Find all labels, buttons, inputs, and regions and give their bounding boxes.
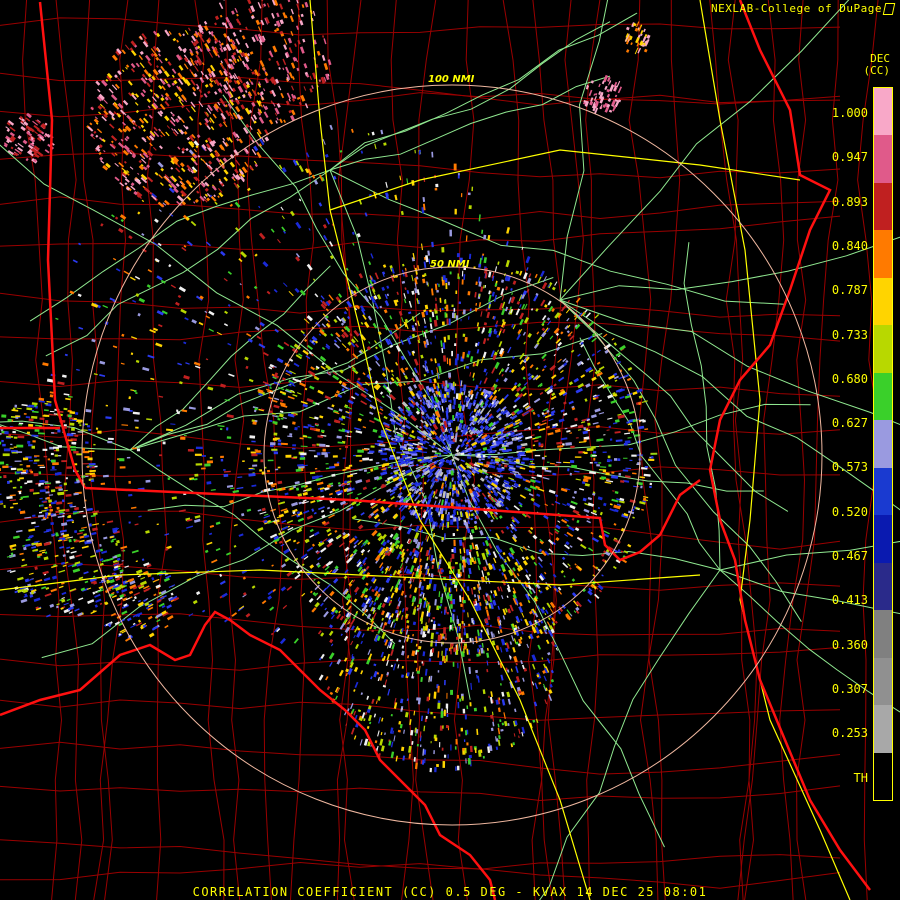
color-scale-tick-label: 0.947 bbox=[831, 150, 868, 165]
color-scale-tick-label: 0.893 bbox=[831, 194, 868, 209]
credit-text: NEXLAB-College of DuPage bbox=[711, 2, 882, 15]
credit-label: NEXLAB-College of DuPage bbox=[711, 2, 896, 15]
color-scale-swatch bbox=[874, 88, 892, 136]
cod-logo-icon bbox=[882, 3, 896, 15]
color-scale-swatch bbox=[874, 277, 892, 326]
color-scale-tick-label: 0.467 bbox=[831, 549, 868, 563]
color-scale-tick-label: 0.733 bbox=[831, 327, 868, 342]
ring-label-100: 100 NMI bbox=[428, 74, 475, 85]
radar-map: 100 NMI 50 NMI bbox=[0, 0, 900, 900]
color-scale-swatch bbox=[874, 657, 892, 706]
color-scale-swatch bbox=[874, 515, 892, 563]
color-scale-swatch bbox=[874, 562, 892, 611]
color-scale-swatch bbox=[874, 752, 892, 801]
legend-header: DEC (CC) bbox=[864, 53, 891, 77]
color-scale-swatch bbox=[874, 182, 892, 231]
product-title: CORRELATION COEFFICIENT (CC) 0.5 DEG - K… bbox=[192, 885, 708, 899]
color-scale-tick-label: 0.573 bbox=[831, 460, 868, 475]
color-scale-tick-label: 0.520 bbox=[831, 504, 868, 519]
color-scale-swatch bbox=[874, 230, 892, 278]
color-scale-tick-label: TH bbox=[853, 771, 868, 785]
color-scale-swatch bbox=[874, 467, 892, 516]
color-scale-tick-label: 0.360 bbox=[831, 637, 868, 652]
color-scale-swatch bbox=[874, 420, 892, 468]
color-scale-swatch bbox=[874, 325, 892, 373]
color-scale-swatch bbox=[874, 705, 892, 753]
color-scale-swatch bbox=[874, 610, 892, 658]
color-scale-tick-label: 0.627 bbox=[831, 416, 868, 431]
color-scale-tick-label: 0.307 bbox=[831, 681, 868, 696]
color-scale-tick-label: 0.413 bbox=[831, 593, 868, 608]
color-scale-swatch bbox=[874, 135, 892, 183]
ring-label-50: 50 NMI bbox=[430, 259, 470, 270]
color-scale-tick-label: 1.000 bbox=[831, 106, 868, 120]
color-scale-tick-label: 0.680 bbox=[831, 371, 868, 386]
legend-units-label: (CC) bbox=[863, 64, 891, 77]
color-scale-bar bbox=[873, 87, 893, 801]
color-scale-swatch bbox=[874, 372, 892, 421]
color-scale-tick-label: 0.253 bbox=[831, 726, 868, 741]
color-scale-tick-label: 0.840 bbox=[831, 238, 868, 253]
color-scale-tick-label: 0.787 bbox=[831, 283, 868, 298]
